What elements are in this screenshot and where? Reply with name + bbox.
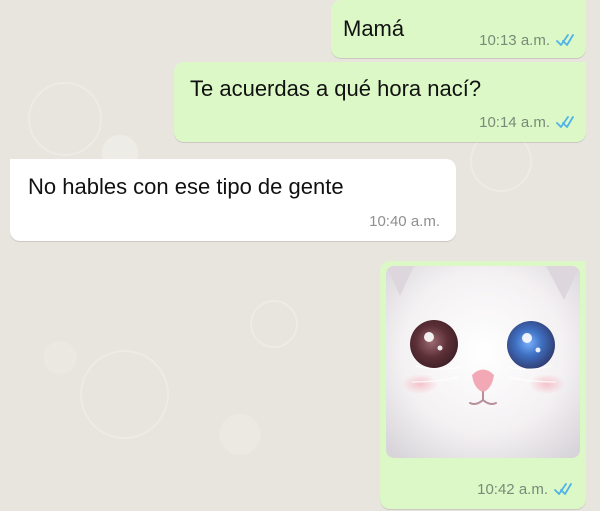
double-check-icon bbox=[556, 34, 574, 48]
message-bubble-incoming[interactable]: No hables con ese tipo de gente 10:40 a.… bbox=[10, 159, 456, 241]
message-time: 10:14 a.m. bbox=[479, 114, 550, 131]
message-meta: 10:42 a.m. bbox=[477, 481, 572, 499]
chat-background: Mamá 10:13 a.m. Te acuerdas a qué hora n… bbox=[0, 0, 600, 511]
kitten-sticker-icon bbox=[386, 266, 580, 458]
message-time: 10:13 a.m. bbox=[479, 32, 550, 49]
double-check-icon bbox=[554, 483, 572, 497]
message-meta: 10:14 a.m. bbox=[479, 114, 574, 132]
message-meta: 10:13 a.m. bbox=[479, 32, 574, 50]
message-bubble-outgoing[interactable]: Te acuerdas a qué hora nací? 10:14 a.m. bbox=[174, 62, 586, 142]
message-text: Mamá bbox=[343, 16, 405, 41]
double-check-icon bbox=[556, 116, 574, 130]
image-message-bubble[interactable]: 10:42 a.m. bbox=[380, 261, 586, 509]
message-time: 10:42 a.m. bbox=[477, 481, 548, 498]
message-text: Te acuerdas a qué hora nací? bbox=[190, 76, 482, 101]
message-meta: 10:40 a.m. bbox=[369, 213, 440, 231]
background-doodle bbox=[80, 350, 169, 439]
message-text: No hables con ese tipo de gente bbox=[28, 174, 344, 199]
background-doodle bbox=[250, 300, 298, 348]
message-bubble-outgoing[interactable]: Mamá 10:13 a.m. bbox=[331, 0, 586, 58]
background-doodle bbox=[28, 82, 102, 156]
kitten-sticker-image[interactable] bbox=[386, 266, 580, 458]
message-time: 10:40 a.m. bbox=[369, 213, 440, 230]
